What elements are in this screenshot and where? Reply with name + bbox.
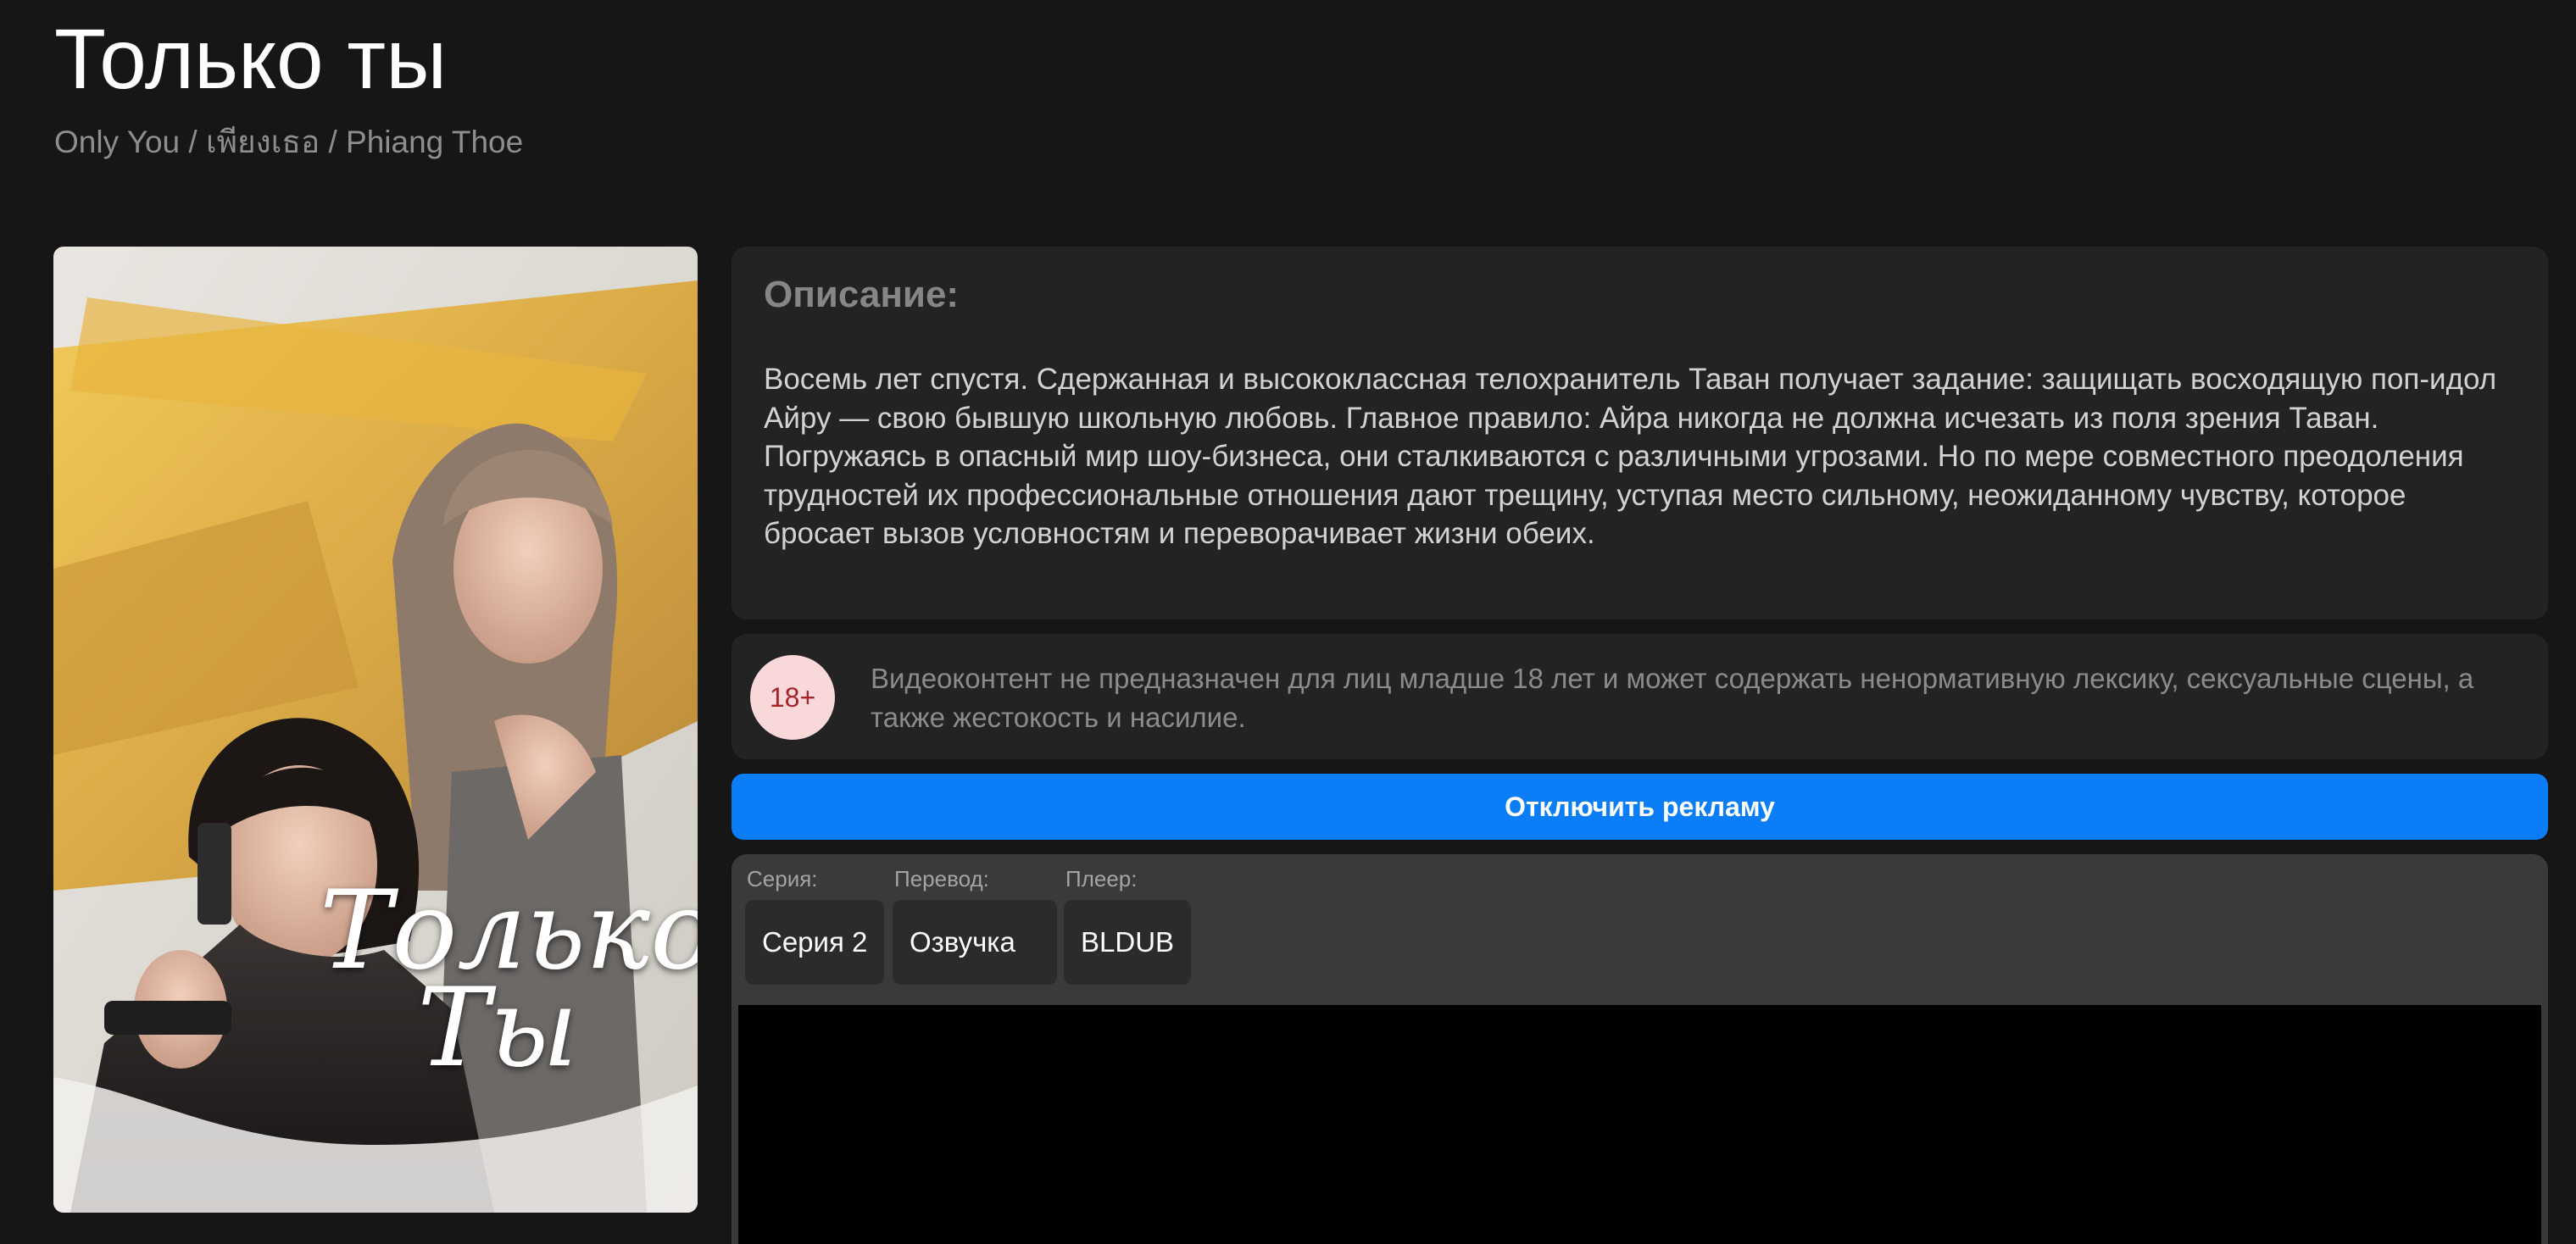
video-player[interactable]	[738, 1005, 2541, 1244]
description-text: Восемь лет спустя. Сдержанная и высококл…	[764, 363, 2497, 550]
age-warning-panel: 18+ Видеоконтент не предназначен для лиц…	[732, 634, 2548, 759]
poster-title-text: Только Ты	[320, 868, 698, 1092]
age-rating-badge: 18+	[750, 655, 835, 740]
page-subtitle: Only You / เพียงเธอ / Phiang Thoe	[54, 125, 524, 159]
translation-label: Перевод:	[894, 866, 989, 891]
player-selector: Плеер: BLDUB	[1064, 864, 1192, 985]
player-label: Плеер:	[1065, 866, 1138, 891]
disable-ads-button[interactable]: Отключить рекламу	[732, 774, 2548, 840]
description-panel: Описание: Восемь лет спустя. Сдержанная …	[732, 247, 2548, 619]
episode-label: Серия:	[747, 866, 818, 891]
page-title: Только ты	[54, 12, 448, 107]
age-warning-text: Видеоконтент не предназначен для лиц мла…	[871, 663, 2474, 733]
description-heading: Описание:	[764, 274, 960, 315]
episode-dropdown[interactable]: Серия 2	[745, 900, 885, 985]
player-dropdown[interactable]: BLDUB	[1064, 900, 1192, 985]
translation-dropdown[interactable]: Озвучка	[893, 900, 1057, 985]
translation-selector: Перевод: Озвучка	[893, 864, 1057, 985]
poster-image: Только Ты	[53, 247, 698, 1213]
player-panel: Серия: Серия 2 Перевод: Озвучка Плеер: B…	[732, 854, 2548, 1244]
episode-selector: Серия: Серия 2	[745, 864, 885, 985]
